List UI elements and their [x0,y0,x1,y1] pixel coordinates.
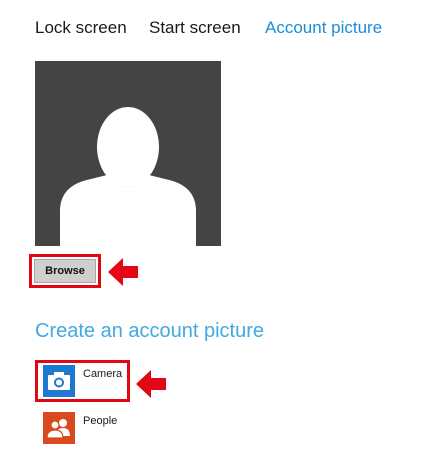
people-label: People [83,415,118,427]
red-arrow-icon [136,370,166,398]
people-app-item[interactable]: People [43,412,128,444]
people-tile [43,412,75,444]
red-arrow-icon [108,258,138,286]
camera-label: Camera [83,368,123,380]
browse-button[interactable]: Browse [34,259,96,283]
tab-start-screen[interactable]: Start screen [149,17,241,39]
create-picture-heading: Create an account picture [35,320,265,342]
tab-lock-screen[interactable]: Lock screen [35,17,127,39]
account-picture [35,61,221,246]
people-icon [46,419,70,439]
camera-app-item[interactable]: Camera [43,365,128,397]
camera-tile [43,365,75,397]
camera-icon [48,372,70,390]
default-user-silhouette-icon [60,107,196,246]
tab-account-picture[interactable]: Account picture [265,17,382,39]
